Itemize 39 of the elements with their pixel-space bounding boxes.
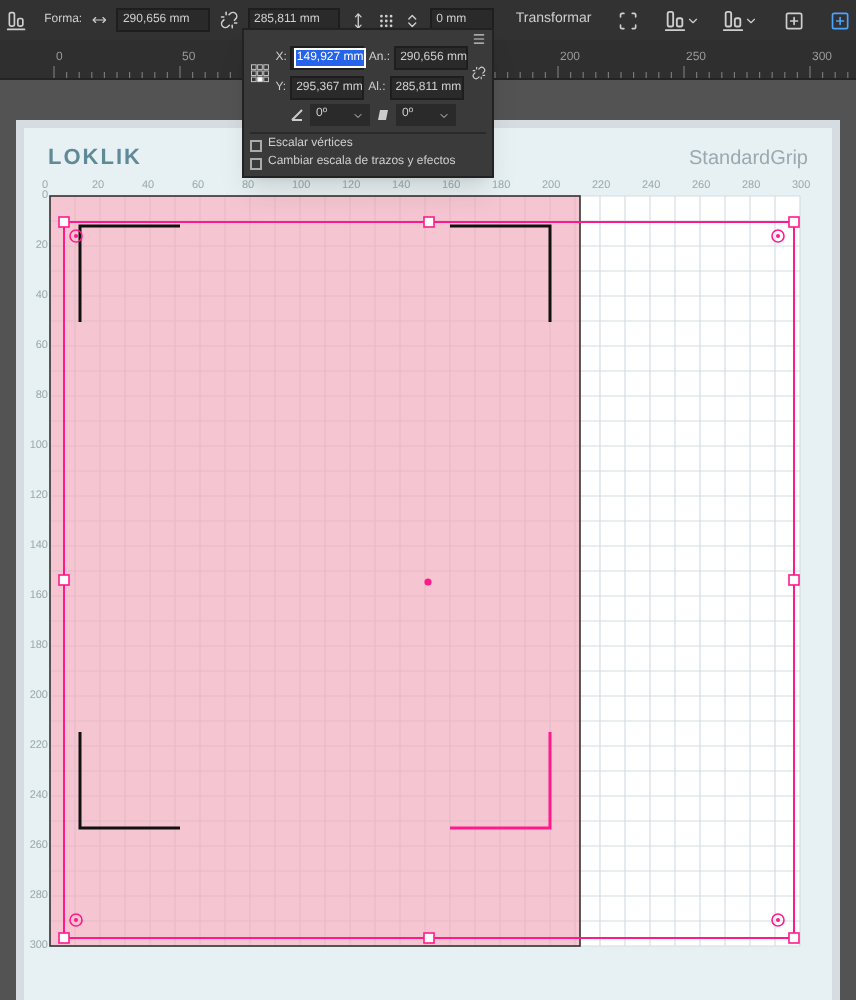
menu-icon[interactable] — [472, 32, 486, 46]
resize-handle[interactable] — [58, 216, 70, 228]
resize-handle[interactable] — [788, 932, 800, 944]
distribute-icon[interactable] — [721, 9, 744, 31]
checkbox[interactable] — [250, 139, 262, 151]
height-icon — [350, 11, 368, 29]
caret-icon[interactable] — [685, 13, 700, 27]
checkbox[interactable] — [250, 157, 262, 169]
unlink-icon[interactable] — [219, 10, 238, 30]
corner-icon[interactable] — [377, 11, 394, 29]
resize-handle[interactable] — [58, 932, 70, 944]
align-icon[interactable] — [663, 9, 686, 31]
selection-frame[interactable] — [63, 221, 795, 939]
registration-mark — [771, 229, 785, 243]
resize-handle[interactable] — [58, 574, 70, 586]
resize-handle[interactable] — [423, 216, 435, 228]
resize-handle[interactable] — [788, 216, 800, 228]
bounds-icon[interactable] — [617, 9, 638, 31]
brand-logo: LOKLIK — [48, 143, 142, 174]
crop-mark — [78, 224, 180, 322]
registration-mark — [69, 229, 83, 243]
caret-icon[interactable] — [438, 109, 450, 121]
unlink-icon[interactable] — [472, 64, 486, 82]
reference-point-icon[interactable] — [250, 59, 272, 87]
angle-icon — [290, 108, 304, 122]
width-icon — [92, 12, 107, 28]
stepper-icon[interactable] — [403, 11, 421, 29]
crop-mark — [450, 732, 552, 830]
resize-handle[interactable] — [423, 932, 435, 944]
crop-mark — [450, 224, 552, 322]
registration-mark — [69, 913, 83, 927]
registration-mark — [771, 913, 785, 927]
align-icon[interactable] — [6, 9, 27, 31]
resize-handle[interactable] — [788, 574, 800, 586]
product-name: StandardGrip — [689, 145, 808, 173]
center-point — [424, 578, 432, 586]
crop-mark — [78, 732, 180, 830]
caret-icon[interactable] — [743, 13, 758, 27]
caret-icon[interactable] — [352, 109, 364, 121]
